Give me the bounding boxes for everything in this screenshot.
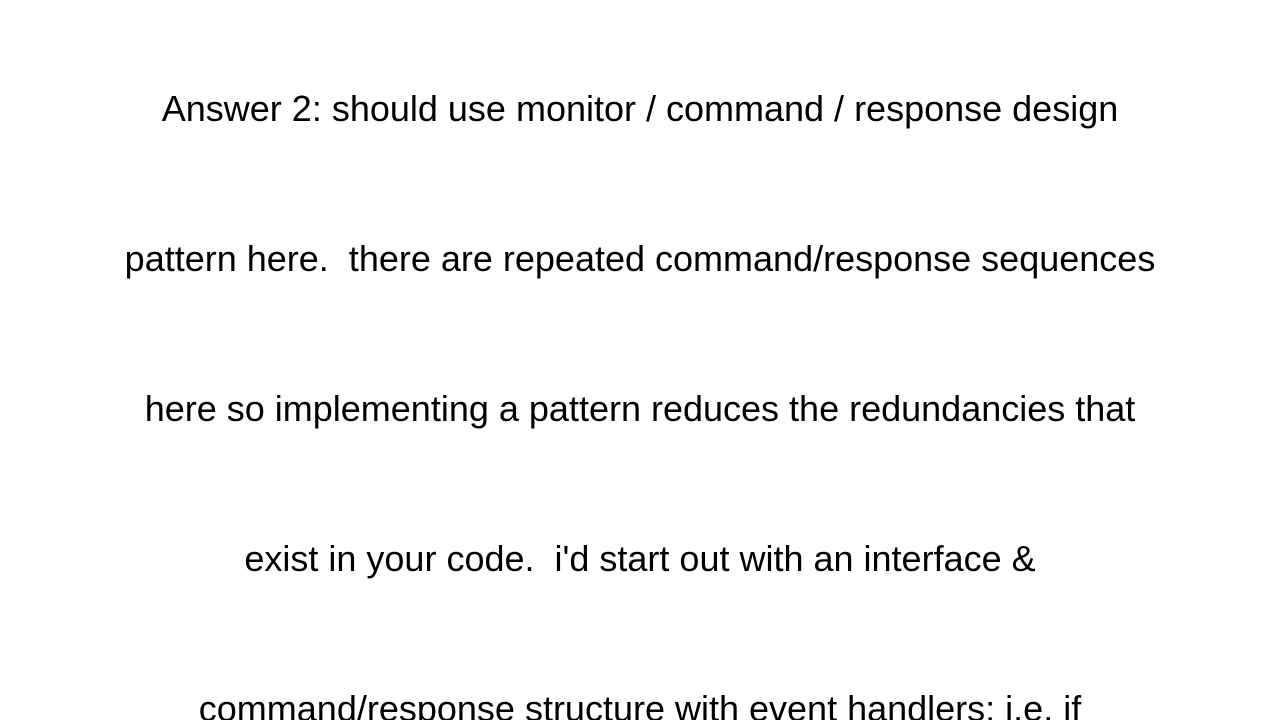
text-line: pattern here. there are repeated command… <box>124 238 1156 279</box>
text-line: command/response structure with event ha… <box>198 688 1082 720</box>
text-line: here so implementing a pattern reduces t… <box>144 388 1136 429</box>
text-line: Answer 2: should use monitor / command /… <box>161 88 1119 129</box>
answer-body: Answer 2: should use monitor / command /… <box>0 0 1280 720</box>
text-viewport: Answer 2: should use monitor / command /… <box>0 0 1280 720</box>
text-line: exist in your code. i'd start out with a… <box>244 538 1036 579</box>
